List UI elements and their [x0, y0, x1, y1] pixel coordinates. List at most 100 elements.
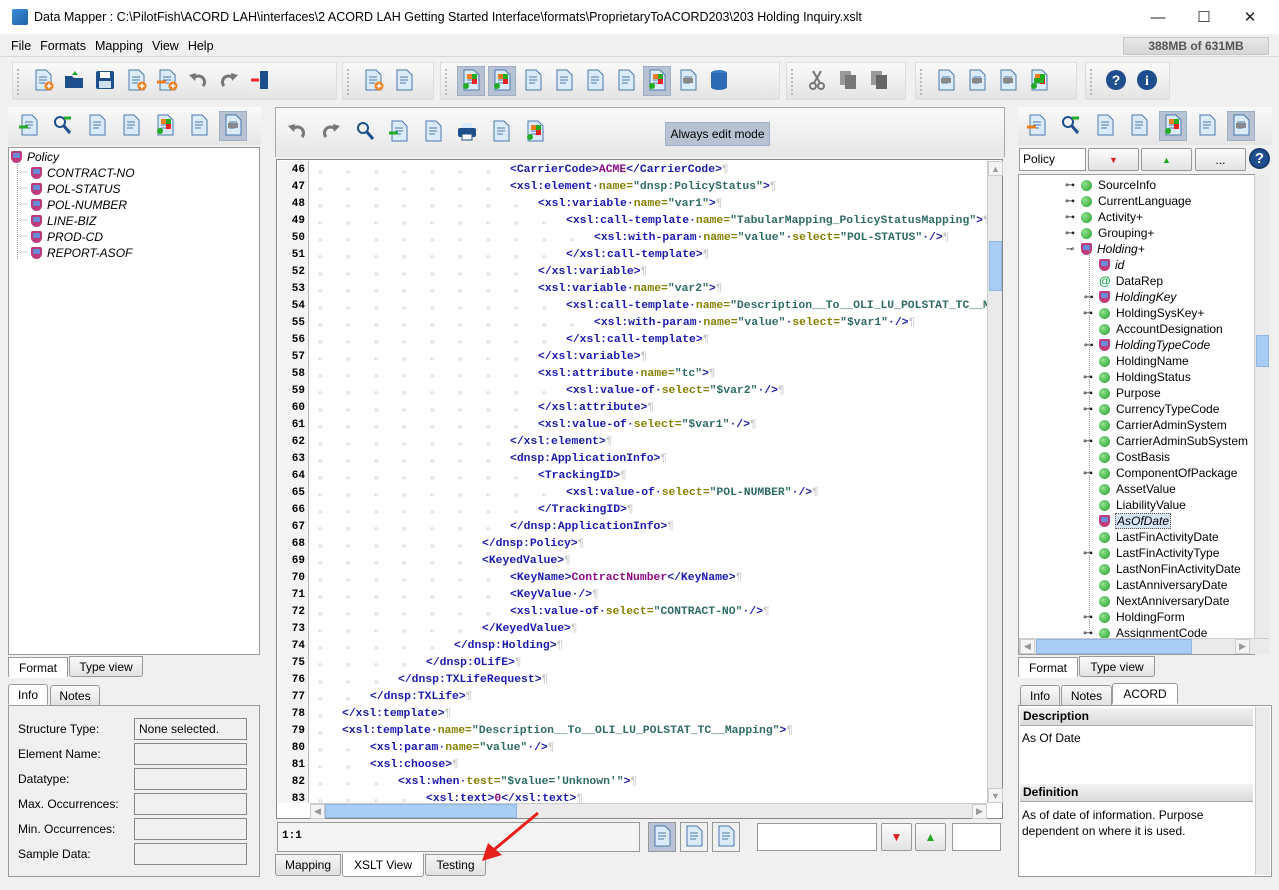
cut-button[interactable] [803, 66, 831, 96]
collapse-icon[interactable]: ⊸ [1065, 244, 1081, 255]
color-view-button[interactable] [487, 66, 516, 96]
move-up-button[interactable] [932, 66, 960, 96]
find-input[interactable] [757, 823, 877, 851]
at-view-button[interactable] [642, 66, 671, 96]
replace-input[interactable] [952, 823, 1001, 851]
comment-button[interactable] [487, 118, 515, 148]
always-edit-mode-button[interactable]: Always edit mode [665, 122, 770, 146]
tree-node[interactable]: REPORT-ASOF [31, 245, 132, 261]
format-search-input[interactable]: Policy [1019, 148, 1086, 171]
save-as-button[interactable] [122, 66, 150, 96]
database-button[interactable] [705, 66, 733, 96]
menu-file[interactable]: File [11, 39, 31, 53]
tab-type-view[interactable]: Type view [69, 656, 143, 677]
expand-icon[interactable]: ⊶ [1065, 212, 1081, 223]
search-up-button[interactable]: ▲ [1141, 148, 1192, 171]
scroll-thumb[interactable] [1036, 639, 1192, 654]
copy-button[interactable] [834, 66, 862, 96]
export-xls-button[interactable] [153, 66, 181, 96]
tree-node[interactable]: LastFinActivityDate [1083, 529, 1219, 545]
tree-vertical-scrollbar[interactable] [1254, 175, 1269, 638]
tree-node[interactable]: LastNonFinActivityDate [1083, 561, 1241, 577]
help-icon[interactable]: ? [1249, 148, 1270, 169]
scroll-left-button[interactable]: ◀ [1020, 639, 1035, 654]
help-button[interactable]: ? [1102, 66, 1130, 96]
tree-node[interactable]: ⊶ LastFinActivityType [1083, 545, 1219, 561]
notepad-button[interactable] [1091, 111, 1119, 141]
xslt-source-button[interactable] [550, 66, 578, 96]
tab-notes[interactable]: Notes [50, 685, 100, 706]
edit-button[interactable] [185, 111, 213, 141]
tab-info[interactable]: Info [1020, 685, 1060, 706]
minimize-button[interactable]: — [1135, 0, 1181, 34]
menu-formats[interactable]: Formats [40, 39, 86, 53]
menu-help[interactable]: Help [188, 39, 214, 53]
tab-info[interactable]: Info [8, 684, 48, 705]
menu-view[interactable]: View [152, 39, 179, 53]
redo-button[interactable] [215, 66, 243, 96]
scroll-down-button[interactable]: ▼ [988, 788, 1003, 803]
scroll-right-button[interactable]: ▶ [972, 804, 987, 819]
move-down-button[interactable] [994, 66, 1022, 96]
exit-door-button[interactable] [246, 66, 274, 96]
validated-doc-button[interactable] [648, 822, 676, 852]
document-stack-button[interactable] [612, 66, 640, 96]
structure-list-button[interactable] [1125, 111, 1153, 141]
print-button[interactable] [453, 118, 481, 148]
tree-node[interactable]: POL-NUMBER [31, 197, 127, 213]
notepad-button[interactable] [83, 111, 111, 141]
inspect-button[interactable] [151, 111, 179, 141]
find-node-button[interactable] [49, 111, 77, 141]
tree-node[interactable]: LastAnniversaryDate [1083, 577, 1227, 593]
search-down-button[interactable]: ▼ [1088, 148, 1139, 171]
code-area[interactable]: » » » » » » » <CarrierCode>ACME</CarrierCode>¶ »… [310, 161, 987, 803]
tree-select-button[interactable] [219, 111, 247, 141]
mapping-settings-button[interactable] [390, 66, 418, 96]
paste-button[interactable] [865, 66, 893, 96]
export-format-button[interactable] [1023, 111, 1051, 141]
close-button[interactable]: ✕ [1227, 0, 1273, 34]
validate-checklist-button[interactable] [519, 66, 547, 96]
open-folder-button[interactable] [60, 66, 88, 96]
tree-horizontal-scrollbar[interactable]: ◀ ▶ [1019, 638, 1269, 654]
info-view-button[interactable] [456, 66, 485, 96]
tree-node[interactable]: ⊶ CurrentLanguage [1065, 193, 1191, 209]
color-table-button[interactable] [1025, 66, 1053, 96]
expand-icon[interactable]: ⊶ [1065, 196, 1081, 207]
maximize-button[interactable]: ☐ [1181, 0, 1227, 34]
tree-node[interactable]: CarrierAdminSystem [1083, 417, 1227, 433]
tab-xslt-view[interactable]: XSLT View [342, 853, 424, 877]
validate-checklist-button[interactable] [419, 118, 447, 148]
undo-button[interactable] [283, 118, 311, 148]
horizontal-scrollbar[interactable]: ◀ ▶ [310, 803, 987, 819]
tree-node[interactable]: ⊶ Activity+ [1065, 209, 1143, 225]
download-doc-button[interactable] [385, 118, 413, 148]
search-button[interactable] [351, 118, 379, 148]
tree-table-button[interactable] [674, 66, 702, 96]
tree-node[interactable]: ⊶ ComponentOfPackage [1083, 465, 1237, 481]
tree-node[interactable]: CONTRACT-NO [31, 165, 135, 181]
save-schedule-button[interactable] [581, 66, 609, 96]
tree-node[interactable]: ⊶ CurrencyTypeCode [1083, 401, 1219, 417]
tree-node[interactable]: ⊶ SourceInfo [1065, 177, 1156, 193]
tree-node[interactable]: ⊶ CarrierAdminSubSystem [1083, 433, 1248, 449]
about-info-button[interactable]: i [1133, 66, 1161, 96]
scroll-left-button[interactable]: ◀ [310, 804, 325, 819]
save-button[interactable] [91, 66, 119, 96]
tree-node[interactable]: AccountDesignation [1083, 321, 1223, 337]
find-next-button[interactable]: ▼ [881, 823, 912, 851]
find-previous-button[interactable]: ▲ [915, 823, 946, 851]
menu-mapping[interactable]: Mapping [95, 39, 143, 53]
redo-button[interactable] [317, 118, 345, 148]
undo-button[interactable] [184, 66, 212, 96]
color-view-button[interactable] [521, 118, 549, 148]
add-mapping-button[interactable] [359, 66, 387, 96]
import-format-button[interactable] [15, 111, 43, 141]
structure-list-button[interactable] [117, 111, 145, 141]
vertical-scrollbar[interactable]: ▲ ▼ [987, 161, 1003, 803]
scroll-up-button[interactable]: ▲ [988, 161, 1003, 176]
tab-type-view[interactable]: Type view [1079, 656, 1155, 677]
tab-format[interactable]: Format [1018, 657, 1078, 678]
tab-acord[interactable]: ACORD [1112, 683, 1178, 704]
document-button[interactable] [680, 822, 708, 852]
